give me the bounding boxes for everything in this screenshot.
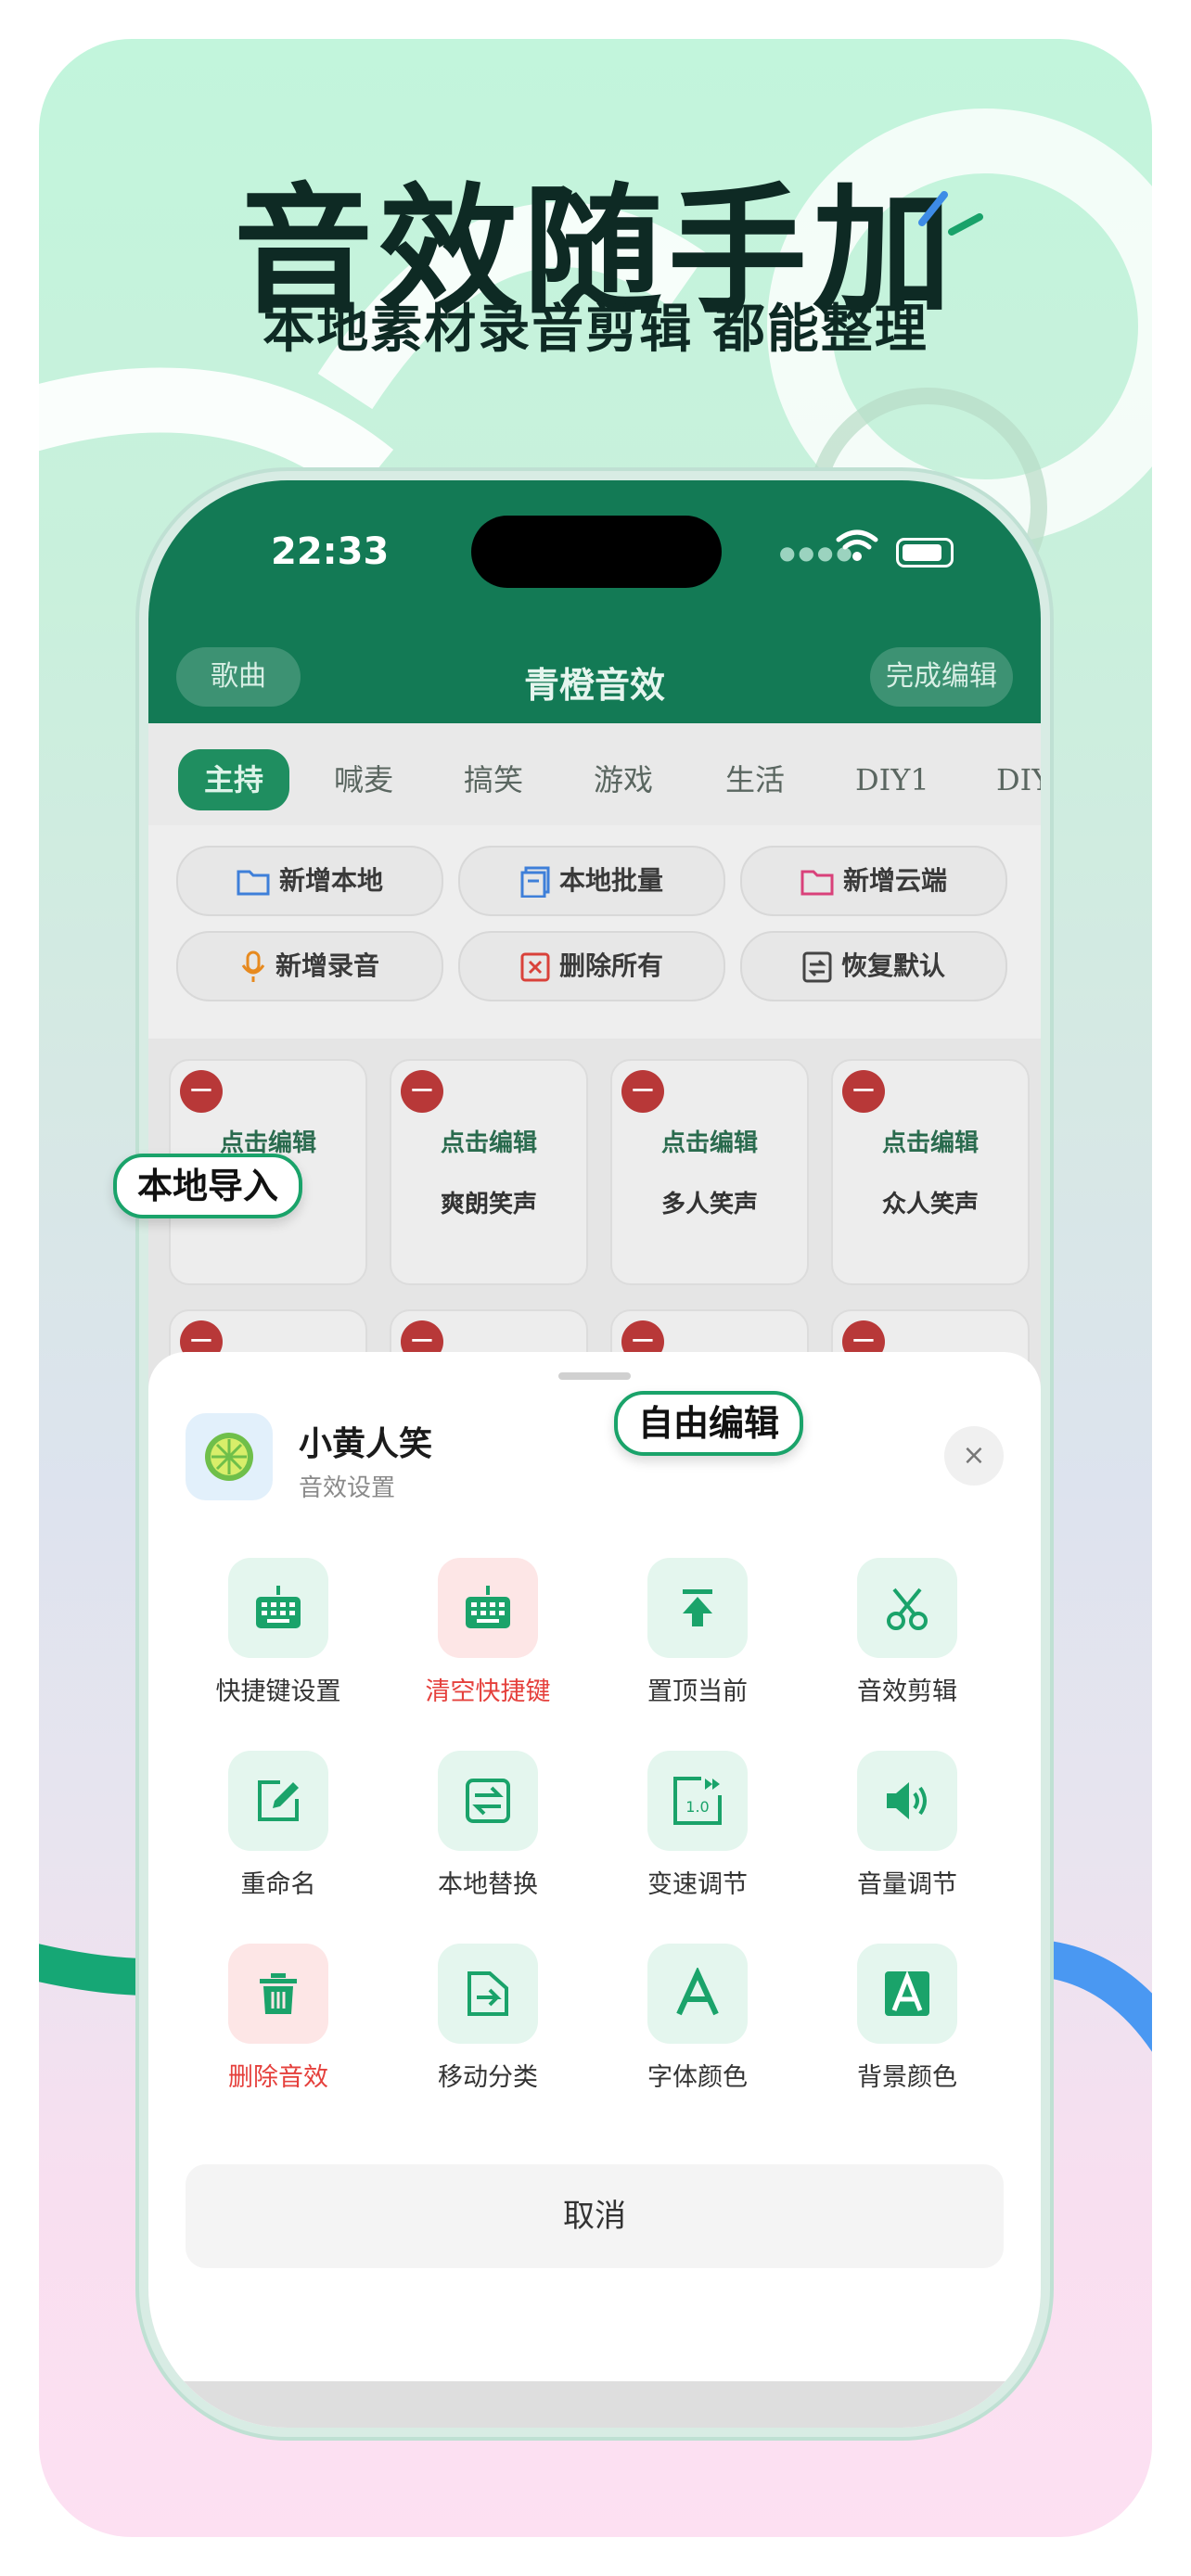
remove-icon[interactable]: − — [842, 1070, 885, 1113]
lime-icon — [205, 1433, 253, 1481]
tab-life[interactable]: 生活 — [725, 749, 785, 810]
move-category-button[interactable] — [438, 1944, 538, 2044]
clear-shortcut-button[interactable] — [438, 1558, 538, 1658]
callout-local-import: 本地导入 — [113, 1154, 303, 1218]
option-label: 移动分类 — [438, 2063, 538, 2092]
cancel-button[interactable]: 取消 — [186, 2164, 1004, 2268]
remove-icon[interactable]: − — [401, 1070, 443, 1113]
sheet-subtitle: 音效设置 — [299, 1474, 396, 1502]
delete-all-button[interactable]: 删除所有 — [458, 931, 725, 1001]
volume-icon — [887, 1782, 927, 1819]
speed-icon: 1.0 — [673, 1777, 722, 1825]
option-label: 音量调节 — [857, 1870, 957, 1899]
remove-icon[interactable]: − — [180, 1070, 223, 1113]
option-label: 音效剪辑 — [857, 1677, 957, 1706]
add-cloud-button[interactable]: 新增云端 — [740, 846, 1007, 916]
tab-game[interactable]: 游戏 — [594, 749, 653, 810]
option-label: 变速调节 — [647, 1870, 748, 1899]
option-label: 置顶当前 — [647, 1677, 748, 1706]
category-tabs: 主持 喊麦 搞笑 游戏 生活 DIY1 DIY — [148, 723, 1041, 825]
tile-edit-label: 点击编辑 — [660, 1129, 758, 1157]
wifi-icon — [836, 529, 878, 561]
tile-edit-label: 点击编辑 — [440, 1129, 537, 1157]
phone-mockup: 22:33 ●●●● 歌曲 青橙音效 完成编辑 主持 喊麦 搞笑 游戏 生活 D… — [148, 480, 1041, 2428]
remove-icon[interactable]: − — [621, 1070, 664, 1113]
volume-adjust-button[interactable] — [857, 1751, 957, 1851]
rename-button[interactable] — [228, 1751, 328, 1851]
tile-edit-label: 点击编辑 — [881, 1129, 979, 1157]
add-recording-button[interactable]: 新增录音 — [176, 931, 443, 1001]
restore-icon — [802, 951, 832, 983]
finish-edit-button[interactable]: 完成编辑 — [870, 647, 1013, 707]
background-color-button[interactable] — [857, 1944, 957, 2044]
option-label: 清空快捷键 — [425, 1677, 551, 1706]
option-label: 重命名 — [240, 1870, 316, 1899]
tab-diy[interactable]: DIY — [996, 749, 1041, 810]
option-label: 快捷键设置 — [215, 1677, 341, 1706]
action-label: 新增云端 — [842, 865, 947, 896]
folder-icon — [237, 870, 270, 896]
promo-subhead: 本地素材录音剪辑 都能整理 — [263, 300, 928, 360]
local-replace-button[interactable] — [438, 1751, 538, 1851]
delete-all-icon — [520, 952, 550, 982]
action-panel: 新增本地 本地批量 新增云端 新增录音 删除所有 恢复默认 — [148, 825, 1041, 1039]
tile-name: 爽朗笑声 — [440, 1191, 537, 1218]
sound-tile[interactable]: − 点击编辑 众人笑声 — [831, 1059, 1030, 1285]
tile-name: 众人笑声 — [881, 1191, 979, 1218]
action-label: 恢复默认 — [840, 950, 945, 981]
sheet-handle[interactable] — [558, 1372, 631, 1380]
tab-diy1[interactable]: DIY1 — [855, 749, 929, 810]
sound-clip-button[interactable] — [857, 1558, 957, 1658]
local-batch-button[interactable]: 本地批量 — [458, 846, 725, 916]
font-color-icon — [676, 1968, 719, 2016]
add-local-button[interactable]: 新增本地 — [176, 846, 443, 916]
trash-icon — [260, 1973, 297, 2014]
sheet-title: 小黄人笑 — [299, 1425, 433, 1463]
option-label: 背景颜色 — [857, 2063, 957, 2092]
tile-name: 多人笑声 — [660, 1191, 758, 1218]
sound-avatar — [186, 1413, 273, 1500]
move-icon — [467, 1971, 508, 2016]
speed-value: 1.0 — [685, 1798, 709, 1816]
dynamic-island — [471, 516, 722, 588]
replace-icon — [466, 1779, 510, 1823]
sound-tile[interactable]: − 点击编辑 多人笑声 — [610, 1059, 809, 1285]
action-label: 本地批量 — [558, 865, 663, 896]
tab-funny[interactable]: 搞笑 — [464, 749, 523, 810]
edit-icon — [258, 1780, 299, 1821]
batch-icon — [520, 866, 550, 898]
option-label: 本地替换 — [438, 1870, 538, 1899]
tab-host[interactable]: 主持 — [178, 749, 290, 810]
status-time: 22:33 — [271, 530, 390, 573]
keyboard-clear-icon — [466, 1586, 510, 1628]
microphone-icon — [241, 950, 265, 982]
sound-settings-sheet: 小黄人笑 音效设置 × 快捷键设置 清空快捷键 置顶当前 音效剪辑 重命名 本地… — [148, 1352, 1041, 2428]
callout-free-edit: 自由编辑 — [614, 1391, 804, 1456]
font-color-button[interactable] — [647, 1944, 748, 2044]
bottom-strip — [148, 2381, 1041, 2428]
speed-adjust-button[interactable]: 1.0 — [647, 1751, 748, 1851]
battery-icon — [896, 538, 954, 567]
shortcut-settings-button[interactable] — [228, 1558, 328, 1658]
tab-shout[interactable]: 喊麦 — [334, 749, 393, 810]
close-icon[interactable]: × — [944, 1426, 1004, 1486]
action-label: 新增录音 — [275, 950, 379, 981]
restore-default-button[interactable]: 恢复默认 — [740, 931, 1007, 1001]
background-color-icon — [885, 1970, 929, 2016]
sparkle-icon — [918, 191, 983, 236]
action-label: 新增本地 — [278, 865, 383, 896]
option-label: 删除音效 — [228, 2063, 328, 2092]
delete-sound-button[interactable] — [228, 1944, 328, 2044]
sound-tile[interactable]: − 点击编辑 爽朗笑声 — [390, 1059, 588, 1285]
option-label: 字体颜色 — [647, 2063, 748, 2092]
pin-top-button[interactable] — [647, 1558, 748, 1658]
action-label: 删除所有 — [558, 950, 663, 981]
scissors-icon — [887, 1588, 928, 1630]
keyboard-icon — [256, 1586, 301, 1628]
pin-top-icon — [683, 1589, 712, 1626]
cloud-folder-icon — [800, 870, 834, 896]
